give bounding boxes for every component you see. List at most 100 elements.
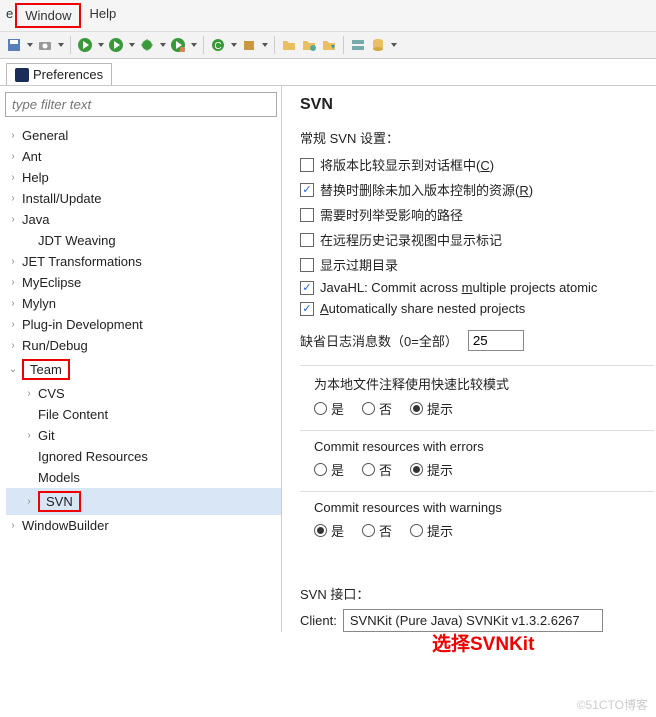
checkbox[interactable]: ✓	[300, 302, 314, 316]
checkbox-label: Automatically share nested projects	[320, 301, 525, 316]
tree-label: Ignored Resources	[38, 449, 148, 464]
checkbox[interactable]	[300, 158, 314, 172]
checkbox-label: 在远程历史记录视图中显示标记	[320, 230, 502, 249]
radio-label: 否	[379, 521, 392, 540]
tree-item-general[interactable]: › General	[6, 125, 281, 146]
radio-option[interactable]: 提示	[410, 460, 453, 479]
tree-arrow-icon[interactable]: ›	[8, 520, 18, 531]
checkbox[interactable]: ✓	[300, 281, 314, 295]
radio-icon	[410, 402, 423, 415]
general-heading: 常规 SVN 设置：	[300, 128, 654, 147]
tab-label: Preferences	[33, 67, 103, 82]
folder3-icon[interactable]	[321, 37, 337, 53]
new-pkg-icon[interactable]	[241, 37, 257, 53]
radio-icon	[362, 524, 375, 537]
radio-option[interactable]: 是	[314, 460, 344, 479]
run2-icon[interactable]	[108, 37, 124, 53]
folder2-icon[interactable]	[301, 37, 317, 53]
preferences-tree[interactable]: › General ›Ant›Help›Install/Update›JavaJDT…	[0, 123, 281, 536]
log-count-input[interactable]	[468, 330, 524, 351]
tree-item-git[interactable]: › Git	[6, 425, 281, 446]
radio-option[interactable]: 是	[314, 521, 344, 540]
tree-arrow-icon[interactable]: ›	[8, 214, 18, 225]
save-icon[interactable]	[6, 37, 22, 53]
tree-item-jet-transformations[interactable]: › JET Transformations	[6, 251, 281, 272]
client-label: Client:	[300, 613, 337, 628]
tree-arrow-icon[interactable]: ›	[8, 277, 18, 288]
tree-arrow-icon[interactable]: ⌄	[8, 364, 18, 375]
tree-arrow-icon[interactable]: ›	[24, 430, 34, 441]
tree-item-myeclipse[interactable]: ›MyEclipse	[6, 272, 281, 293]
tree-item-models[interactable]: Models	[6, 467, 281, 488]
tree-item-mylyn[interactable]: ›Mylyn	[6, 293, 281, 314]
annotation-text: 选择SVNKit	[432, 629, 534, 656]
tree-item-java[interactable]: ›Java	[6, 209, 281, 230]
tree-arrow-icon[interactable]: ›	[24, 388, 34, 399]
tree-item-run-debug[interactable]: ›Run/Debug	[6, 335, 281, 356]
tree-arrow-icon[interactable]: ›	[8, 193, 18, 204]
checkbox-label: 替换时删除未加入版本控制的资源(R)	[320, 180, 533, 199]
checkbox-row-6: ✓ Automatically share nested projects	[300, 301, 654, 316]
tree-arrow-icon[interactable]: ›	[8, 298, 18, 309]
filter-input[interactable]	[5, 92, 277, 117]
radio-label: 是	[331, 521, 344, 540]
run-icon[interactable]	[77, 37, 93, 53]
tree-label: Git	[38, 428, 55, 443]
prefs-icon	[15, 68, 29, 82]
tab-row: Preferences	[0, 59, 656, 85]
radio-label: 是	[331, 399, 344, 418]
log-count-label: 缺省日志消息数（0=全部）	[300, 331, 458, 350]
radio-icon	[314, 402, 327, 415]
checkbox[interactable]: ✓	[300, 183, 314, 197]
radio-option[interactable]: 否	[362, 521, 392, 540]
tree-arrow-icon[interactable]: ›	[8, 172, 18, 183]
camera-icon[interactable]	[37, 37, 53, 53]
page-title: SVN	[300, 96, 654, 114]
tree-arrow-icon[interactable]: ›	[8, 319, 18, 330]
radio-option[interactable]: 否	[362, 460, 392, 479]
run-ext-icon[interactable]	[170, 37, 186, 53]
tree-arrow-icon[interactable]: ›	[8, 130, 18, 141]
tree-arrow-icon[interactable]: ›	[24, 496, 34, 507]
tree-item-team[interactable]: ⌄Team	[6, 356, 281, 383]
checkbox-row-4: 显示过期目录	[300, 255, 654, 274]
watermark: ©51CTO博客	[577, 696, 648, 713]
radio-label: 是	[331, 460, 344, 479]
checkbox[interactable]	[300, 258, 314, 272]
preferences-tab[interactable]: Preferences	[6, 63, 112, 85]
server-icon[interactable]	[350, 37, 366, 53]
tree-item-windowbuilder[interactable]: ›WindowBuilder	[6, 515, 281, 536]
checkbox-row-3: 在远程历史记录视图中显示标记	[300, 230, 654, 249]
radio-option[interactable]: 提示	[410, 399, 453, 418]
checkbox-row-0: 将版本比较显示到对话框中(C)	[300, 155, 654, 174]
tree-arrow-icon[interactable]: ›	[8, 151, 18, 162]
tree-item-file-content[interactable]: File Content	[6, 404, 281, 425]
db-icon[interactable]	[370, 37, 386, 53]
tree-item-ant[interactable]: ›Ant	[6, 146, 281, 167]
checkbox[interactable]	[300, 208, 314, 222]
radio-label: 否	[379, 399, 392, 418]
debug-icon[interactable]	[139, 37, 155, 53]
menu-e[interactable]: e	[4, 3, 15, 28]
radio-option[interactable]: 是	[314, 399, 344, 418]
radio-option[interactable]: 提示	[410, 521, 453, 540]
tree-label: JET Transformations	[22, 254, 142, 269]
radio-label: 否	[379, 460, 392, 479]
tree-item-ignored-resources[interactable]: Ignored Resources	[6, 446, 281, 467]
tree-arrow-icon[interactable]: ›	[8, 256, 18, 267]
tree-item-help[interactable]: ›Help	[6, 167, 281, 188]
checkbox[interactable]	[300, 233, 314, 247]
tree-item-jdt-weaving[interactable]: JDT Weaving	[6, 230, 281, 251]
tree-item-svn[interactable]: ›SVN	[6, 488, 281, 515]
tree-item-install-update[interactable]: ›Install/Update	[6, 188, 281, 209]
folder-icon[interactable]	[281, 37, 297, 53]
tree-arrow-icon[interactable]: ›	[8, 340, 18, 351]
menu-help[interactable]: Help	[81, 3, 124, 28]
preferences-body: › General ›Ant›Help›Install/Update›JavaJDT…	[0, 85, 656, 632]
new-class-icon[interactable]: C	[210, 37, 226, 53]
tree-item-plug-in-development[interactable]: ›Plug-in Development	[6, 314, 281, 335]
tree-label: General	[22, 128, 68, 143]
radio-option[interactable]: 否	[362, 399, 392, 418]
tree-item-cvs[interactable]: ›CVS	[6, 383, 281, 404]
menu-window[interactable]: Window	[15, 3, 81, 28]
